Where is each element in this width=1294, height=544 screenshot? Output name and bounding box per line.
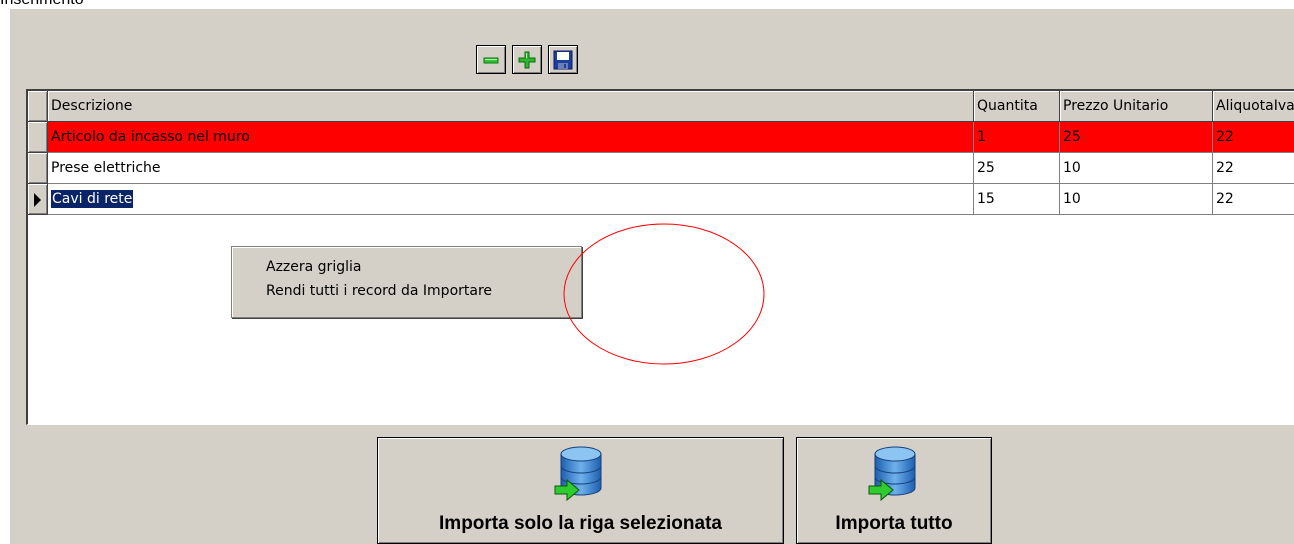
cell-descrizione[interactable]: Cavi di rete (48, 184, 974, 215)
cell-iva[interactable]: 22 (1213, 122, 1294, 153)
cell-quantita[interactable]: 25 (974, 153, 1060, 184)
cell-descrizione[interactable]: Articolo da incasso nel muro (48, 122, 974, 153)
cell-prezzo[interactable]: 10 (1060, 153, 1213, 184)
table-row[interactable]: Prese elettriche 25 10 22 (28, 153, 1294, 184)
menu-item-rendi-tutti-da-importare[interactable]: Rendi tutti i record da Importare (232, 279, 581, 303)
import-all-label: Importa tutto (835, 513, 953, 534)
remove-row-button[interactable] (476, 45, 506, 74)
menu-item-azzera-griglia[interactable]: Azzera griglia (232, 255, 581, 279)
column-header-aliquota-iva[interactable]: AliquotaIva (1213, 91, 1294, 122)
table-row-selected[interactable]: Cavi di rete 15 10 22 (28, 184, 1294, 215)
cell-quantita[interactable]: 15 (974, 184, 1060, 215)
grid-toolbar (476, 45, 578, 77)
import-selected-label: Importa solo la riga selezionata (439, 513, 722, 534)
cell-iva[interactable]: 22 (1213, 184, 1294, 215)
column-header-prezzo-unitario[interactable]: Prezzo Unitario (1060, 91, 1213, 122)
row-indicator[interactable] (28, 153, 48, 184)
selected-text: Cavi di rete (51, 190, 134, 208)
cell-prezzo[interactable]: 10 (1060, 184, 1213, 215)
window-caption: Inserimento (0, 0, 84, 9)
current-row-arrow-icon (34, 193, 41, 207)
minus-icon (483, 57, 499, 64)
row-indicator[interactable] (28, 122, 48, 153)
column-header-quantita[interactable]: Quantita (974, 91, 1060, 122)
save-button[interactable] (548, 45, 578, 74)
database-import-icon (868, 446, 916, 502)
plus-icon (518, 51, 536, 69)
row-indicator[interactable] (28, 184, 48, 215)
context-menu: Azzera griglia Rendi tutti i record da I… (231, 246, 582, 318)
import-selected-button[interactable]: Importa solo la riga selezionata (377, 437, 784, 544)
add-row-button[interactable] (512, 45, 542, 74)
cell-descrizione[interactable]: Prese elettriche (48, 153, 974, 184)
database-import-icon (554, 446, 602, 502)
floppy-disk-icon (553, 50, 573, 70)
grid-header: Descrizione Quantita Prezzo Unitario Ali… (28, 91, 1294, 122)
table-row[interactable]: Articolo da incasso nel muro 1 25 22 (28, 122, 1294, 153)
cell-quantita[interactable]: 1 (974, 122, 1060, 153)
header-indicator (28, 91, 48, 122)
column-header-descrizione[interactable]: Descrizione (48, 91, 974, 122)
cell-iva[interactable]: 22 (1213, 153, 1294, 184)
import-all-button[interactable]: Importa tutto (796, 437, 992, 544)
cell-prezzo[interactable]: 25 (1060, 122, 1213, 153)
annotation-ellipse (563, 223, 765, 365)
